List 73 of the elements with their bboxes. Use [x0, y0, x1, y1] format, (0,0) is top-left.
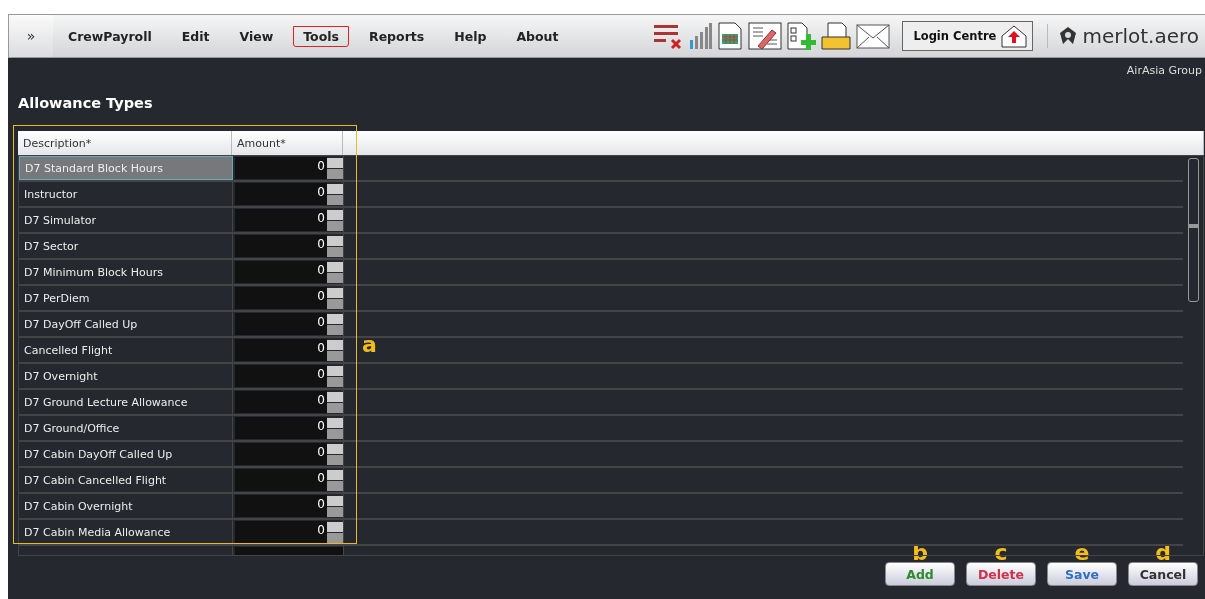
table-cell[interactable]: D7 Cabin Overnight [19, 494, 233, 518]
table-cell[interactable]: D7 Cabin Cancelled Flight [19, 468, 233, 492]
amount-field[interactable]: 0 [235, 209, 327, 231]
spinner-control[interactable] [327, 261, 343, 283]
spinner-control[interactable] [327, 183, 343, 205]
spinner-control[interactable] [327, 495, 343, 517]
delete-button[interactable]: Delete [966, 562, 1036, 586]
cancel-button[interactable]: Cancel [1128, 562, 1198, 586]
table-cell[interactable]: D7 Cabin Media Allowance [19, 520, 233, 544]
signal-bars-icon[interactable] [690, 22, 713, 50]
amount-field[interactable]: 0 [235, 391, 327, 413]
amount-field[interactable]: 0 [235, 521, 327, 543]
amount-field[interactable]: 0 [235, 417, 327, 439]
amount-field[interactable]: 0 [235, 495, 327, 517]
table-cell[interactable]: D7 Overnight [19, 364, 233, 388]
menu-item[interactable]: Reports [359, 25, 435, 47]
spinner-control[interactable] [327, 391, 343, 413]
spinner-control[interactable] [327, 313, 343, 335]
menu-item[interactable]: About [506, 25, 569, 47]
login-centre-button[interactable]: Login Centre [902, 21, 1034, 51]
menu-item[interactable]: Tools [293, 25, 349, 47]
logo-mark-icon [1058, 26, 1079, 46]
table-cell[interactable]: D7 Ground/Office [19, 416, 233, 440]
table-cell[interactable]: D7 Minimum Block Hours [19, 260, 233, 284]
menu-item[interactable]: CrewPayroll [58, 25, 162, 47]
table-cell[interactable]: D7 Simulator [19, 208, 233, 232]
logo-text: merlot.aero [1082, 24, 1199, 48]
document-tray-icon[interactable] [820, 22, 853, 50]
column-header[interactable]: Amount* [232, 131, 343, 155]
spinner-control[interactable] [327, 365, 343, 387]
spinner-control[interactable] [327, 417, 343, 439]
menu-toggle-button[interactable]: » [9, 15, 53, 57]
checklist-add-icon[interactable] [786, 22, 817, 50]
spinner-control[interactable] [327, 521, 343, 543]
table-cell[interactable]: Cancelled Flight [19, 338, 233, 362]
table-cell[interactable]: D7 Cabin DayOff Called Up [19, 442, 233, 466]
table-cell[interactable]: D7 PerDiem [19, 286, 233, 310]
scrollbar[interactable] [1188, 158, 1199, 302]
document-edit-icon[interactable] [748, 22, 783, 50]
amount-field[interactable]: 0 [235, 157, 327, 179]
column-header[interactable]: Description* [18, 131, 232, 155]
amount-field[interactable]: 0 [235, 365, 327, 387]
organisation-name: AirAsia Group [1126, 64, 1202, 77]
table-cell[interactable]: D7 Sector [19, 234, 233, 258]
amount-field[interactable]: 0 [235, 339, 327, 361]
spinner-control[interactable] [327, 209, 343, 231]
spinner-control[interactable] [327, 287, 343, 309]
spinner-control[interactable] [327, 339, 343, 361]
menu-item[interactable]: Edit [171, 25, 220, 47]
amount-field[interactable]: 0 [235, 287, 327, 309]
menu-item[interactable]: View [229, 25, 284, 47]
envelope-icon[interactable] [856, 22, 893, 50]
spinner-control[interactable] [327, 235, 343, 257]
house-up-arrow-icon [1000, 24, 1029, 48]
annotation-letter: a [362, 336, 377, 354]
amount-field[interactable]: 0 [235, 443, 327, 465]
amount-field[interactable]: 0 [235, 183, 327, 205]
table-cell[interactable]: D7 DayOff Called Up [19, 312, 233, 336]
save-button[interactable]: Save [1047, 562, 1117, 586]
spinner-control[interactable] [327, 469, 343, 491]
amount-field[interactable]: 0 [235, 313, 327, 335]
amount-field[interactable]: 0 [235, 235, 327, 257]
annotation-letter: e [1074, 544, 1090, 562]
amount-field[interactable]: 0 [235, 261, 327, 283]
table-cell[interactable]: Instructor [19, 182, 233, 206]
spreadsheet-icon[interactable] [716, 22, 745, 50]
menu-item[interactable]: Help [444, 25, 497, 47]
page-title: Allowance Types [18, 95, 154, 113]
table-cell[interactable]: D7 Ground Lecture Allowance [19, 390, 233, 414]
table-cell[interactable]: D7 Standard Block Hours [19, 156, 233, 180]
spinner-control[interactable] [327, 443, 343, 465]
spinner-control[interactable] [327, 157, 343, 179]
amount-field[interactable]: 0 [235, 469, 327, 491]
